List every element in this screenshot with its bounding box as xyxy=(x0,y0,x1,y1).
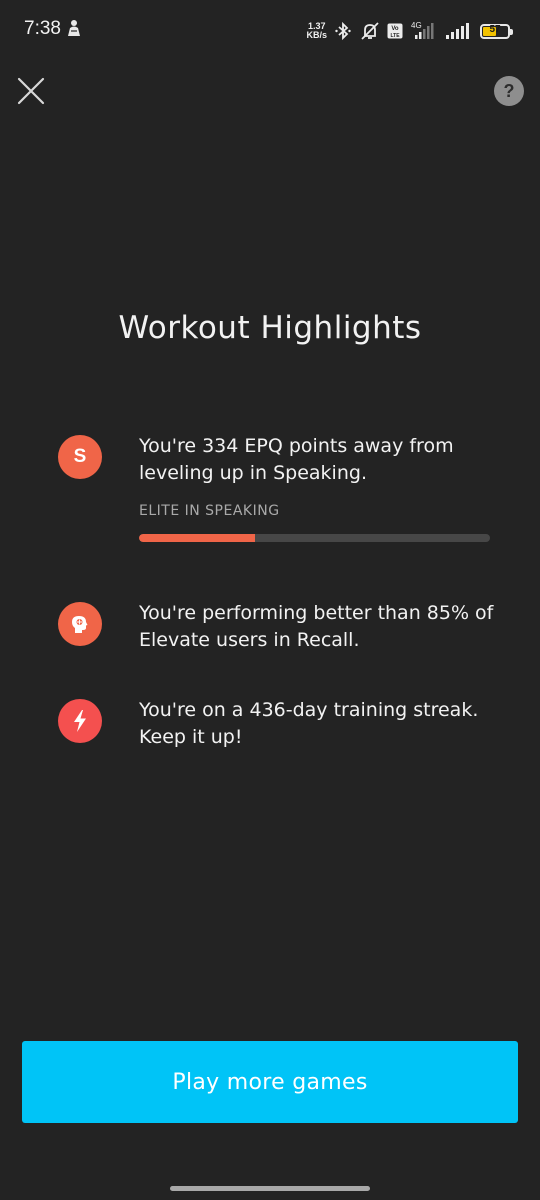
progress-label: ELITE IN SPEAKING xyxy=(139,503,280,519)
speaking-icon-letter: S xyxy=(73,446,87,467)
battery-level: 57 xyxy=(489,23,501,35)
network-speed-unit: KB/s xyxy=(306,30,327,40)
progress-bar xyxy=(139,534,490,542)
silent-bell-icon xyxy=(361,22,379,40)
notification-app-icon xyxy=(68,20,80,36)
help-icon: ? xyxy=(503,81,515,101)
status-time: 7:38 xyxy=(24,18,61,39)
lightning-glyph xyxy=(74,710,86,732)
help-button[interactable]: ? xyxy=(494,76,524,106)
bluetooth-icon xyxy=(335,21,351,41)
highlight-text: You're 334 EPQ points away from leveling… xyxy=(139,435,454,484)
brain-icon xyxy=(58,602,102,646)
status-bar: 7:38 1.37 KB/s Vo LTE 4G 57 xyxy=(0,0,540,60)
highlight-text: You're performing better than 85% of Ele… xyxy=(139,602,494,651)
status-icons: 1.37 KB/s Vo LTE 4G 57 xyxy=(306,20,513,42)
svg-text:4G: 4G xyxy=(411,21,422,30)
volte-icon: Vo LTE xyxy=(387,23,403,39)
home-indicator[interactable] xyxy=(170,1186,370,1191)
head-brain-glyph xyxy=(72,616,88,633)
network-speed: 1.37 KB/s xyxy=(306,22,327,40)
lightning-bolt-icon xyxy=(58,699,102,743)
page-title: Workout Highlights xyxy=(118,310,422,346)
svg-text:Vo: Vo xyxy=(391,26,399,32)
svg-text:LTE: LTE xyxy=(390,33,400,39)
play-more-games-button[interactable]: Play more games xyxy=(22,1041,518,1123)
signal-icon xyxy=(446,23,469,39)
highlight-text: You're on a 436-day training streak. Kee… xyxy=(139,699,479,748)
close-icon xyxy=(17,77,45,105)
signal-4g-icon: 4G xyxy=(411,21,434,39)
close-button[interactable] xyxy=(14,74,48,108)
battery-icon: 57 xyxy=(480,23,513,39)
progress-bar-fill xyxy=(139,534,255,542)
speaking-s-icon: S xyxy=(58,435,102,479)
